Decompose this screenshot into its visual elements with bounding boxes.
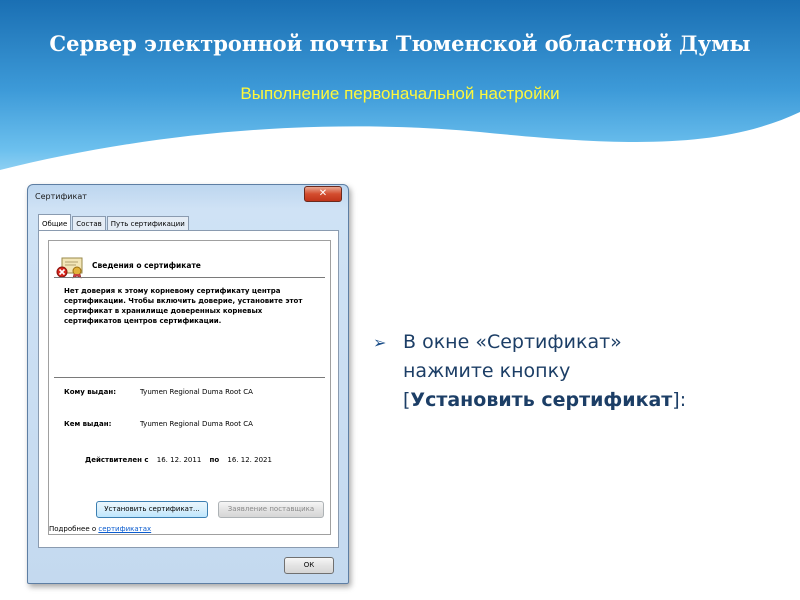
install-certificate-button[interactable]: Установить сертификат... [96, 501, 208, 518]
ok-button[interactable]: ОК [284, 557, 334, 574]
tab-bar: Общие Состав Путь сертификации [38, 213, 190, 231]
close-icon: ✕ [318, 188, 328, 199]
trust-warning-text: Нет доверия к этому корневому сертификат… [64, 287, 303, 325]
issuer-statement-button: Заявление поставщика [218, 501, 324, 518]
valid-from-value: 16. 12. 2011 [156, 456, 202, 464]
more-info-row: Подробнее о сертификатах [49, 525, 151, 533]
issued-to-value: Tyumen Regional Duma Root CA [140, 388, 253, 396]
tab-details[interactable]: Состав [72, 216, 106, 230]
tab-certification-path[interactable]: Путь сертификации [106, 216, 189, 230]
instruction-line-1: В окне «Сертификат» [403, 331, 622, 353]
validity-row: Действителен с 16. 12. 2011 по 16. 12. 2… [85, 456, 278, 464]
slide-title: Сервер электронной почты Тюменской облас… [49, 31, 751, 56]
certificates-link[interactable]: сертификатах [98, 525, 151, 533]
valid-from-label: Действителен с [85, 456, 149, 464]
bracket-close: ]: [672, 389, 687, 411]
certificate-info-box: Сведения о сертификате Нет доверия к это… [48, 240, 331, 535]
slide-header: Сервер электронной почты Тюменской облас… [0, 0, 800, 200]
divider-middle [54, 377, 325, 378]
close-button[interactable]: ✕ [304, 186, 342, 202]
arrow-icon: ➢ [373, 333, 387, 352]
info-heading: Сведения о сертификате [92, 261, 201, 270]
instruction-line-3: [Установить сертификат]: [403, 386, 686, 415]
certificate-dialog: Сертификат ✕ Общие Состав Путь сертифика… [27, 184, 349, 584]
instruction-text: В окне «Сертификат» нажмите кнопку [Уста… [403, 328, 686, 415]
divider-top [54, 277, 325, 278]
certificate-error-icon [56, 257, 83, 279]
issued-by-value: Tyumen Regional Duma Root CA [140, 420, 253, 428]
tab-general[interactable]: Общие [38, 214, 72, 231]
valid-to-label: по [209, 456, 220, 464]
valid-to-value: 16. 12. 2021 [227, 456, 272, 464]
slide-subtitle: Выполнение первоначальной настройки [240, 84, 560, 103]
instruction-line-2: нажмите кнопку [403, 360, 571, 382]
dialog-title: Сертификат [35, 192, 87, 201]
instruction-bullet: ➢ В окне «Сертификат» нажмите кнопку [Ус… [373, 328, 753, 415]
issued-by-label: Кем выдан: [64, 420, 112, 428]
issued-to-label: Кому выдан: [64, 388, 117, 396]
more-info-prefix: Подробнее о [49, 525, 97, 533]
install-certificate-reference: Установить сертификат [410, 389, 673, 411]
